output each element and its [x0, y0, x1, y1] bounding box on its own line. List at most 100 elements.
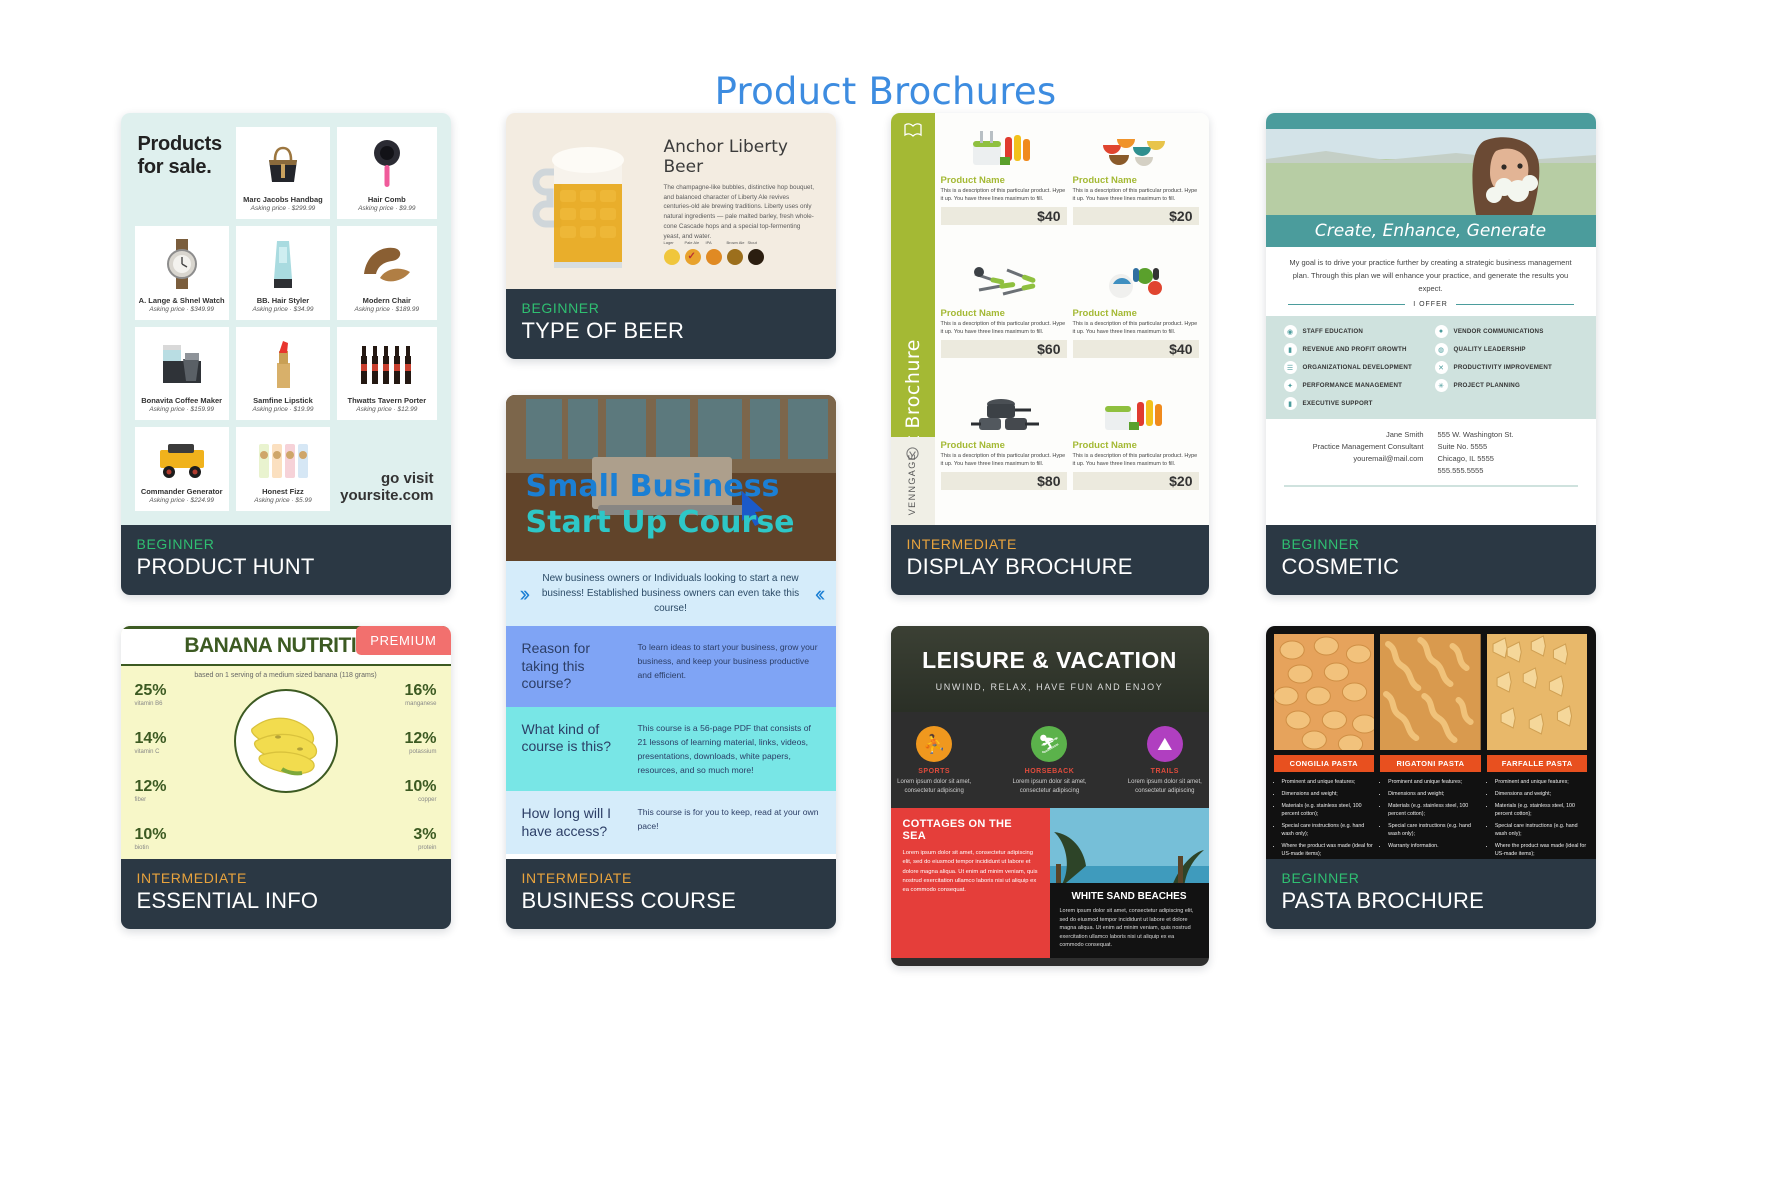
card-type-of-beer[interactable]: Anchor Liberty Beer The champagne-like b…	[505, 113, 836, 359]
card-display-brochure[interactable]: Product Brochure VENNGAGE Product Name T…	[890, 113, 1209, 595]
kitchen-tools-icon	[1073, 256, 1199, 308]
offer-item: ◍ QUALITY LEADERSHIP	[1434, 343, 1578, 357]
banana-stats-right: 16% manganese 12% potassium 10% copper 3% pr…	[347, 683, 437, 859]
page-title: Product Brochures	[714, 70, 1057, 113]
offer-item: ● VENDOR COMMUNICATIONS	[1434, 325, 1578, 339]
hero-line-2: Start Up Course	[525, 505, 795, 540]
swatch-ipa[interactable]: IPA	[705, 240, 722, 266]
offer-item: ☰ ORGANIZATIONAL DEVELOPMENT	[1283, 361, 1427, 375]
level-badge: BEGINNER	[521, 300, 600, 316]
beer-bottles-icon	[340, 333, 433, 397]
chat-bubble-icon: ●	[1434, 325, 1448, 339]
popsicle-maker-icon	[941, 123, 1067, 175]
card-footer: BEGINNER PRODUCT HUNT	[120, 525, 451, 595]
thumb-cosmetic: Create, Enhance, Generate My goal is to …	[1265, 113, 1596, 525]
cosmetic-headline: Create, Enhance, Generate	[1265, 215, 1596, 247]
coffee-maker-icon	[138, 333, 226, 397]
modern-chair-icon	[340, 232, 433, 296]
banana-subtitle: based on 1 serving of a medium sized ban…	[194, 672, 377, 679]
education-icon: ◉	[1283, 325, 1297, 339]
card-essential-info[interactable]: PREMIUM BANANA NUTRITION based on 1 serv…	[120, 626, 451, 929]
card-product-hunt[interactable]: Products for sale. Marc Jacobs Handbag As…	[120, 113, 451, 595]
stat: 12% potassium	[404, 730, 437, 756]
stat: 10% copper	[404, 778, 437, 804]
binoculars-icon: ◍	[1434, 343, 1448, 357]
premium-badge: PREMIUM	[356, 626, 451, 655]
brochure-item: Product Name This is a description of th…	[1072, 388, 1199, 515]
card-business-course[interactable]: Small Business Start Up Course ›› New bu…	[505, 395, 836, 929]
utensils-icon	[941, 256, 1067, 308]
swatch-stout[interactable]: Stout	[747, 240, 764, 266]
swatch-lager[interactable]: Lager	[663, 240, 680, 266]
card-title: TYPE OF BEER	[521, 318, 685, 344]
cosmetic-contact: Jane Smith Practice Management Consultan…	[1312, 430, 1514, 476]
network-icon: ✳	[1434, 379, 1448, 393]
cosmetic-top-band	[1265, 113, 1596, 129]
pasta-column-name: RIGATONI PASTA	[1380, 755, 1481, 772]
offer-item: ◉ STAFF EDUCATION	[1283, 325, 1427, 339]
offer-item: ▮ EXECUTIVE SUPPORT	[1283, 397, 1427, 411]
tools-icon: ✕	[1434, 361, 1448, 375]
product-cell: BB. Hair Styler Asking price · $34.99	[235, 225, 331, 320]
horseback-icon: ⛷	[1031, 726, 1068, 762]
laptop-photo: Small Business Start Up Course	[505, 395, 836, 561]
target-icon: ✦	[1283, 379, 1297, 393]
farfalle-photo	[1486, 634, 1588, 750]
list-icon: ☰	[1283, 361, 1297, 375]
stat: 3% protein	[413, 826, 437, 852]
stat: 14% vitamin C	[134, 730, 167, 756]
swatch-pale-ale[interactable]: Pale Ale ✓	[684, 240, 701, 266]
thumb-business-course: Small Business Start Up Course ›› New bu…	[505, 395, 836, 859]
card-footer: BEGINNER TYPE OF BEER	[505, 289, 836, 359]
card-cosmetic[interactable]: Create, Enhance, Generate My goal is to …	[1265, 113, 1596, 595]
stat: 12% fiber	[134, 778, 167, 804]
offer-item: ▮ REVENUE AND PROFIT GROWTH	[1283, 343, 1427, 357]
card-pasta-brochure[interactable]: CONGILIA PASTA RIGATONI PASTA FARFALLE P…	[1265, 626, 1596, 929]
brochure-item: Product Name This is a description of th…	[1072, 256, 1199, 383]
cosmetic-paragraph: My goal is to drive your practice furthe…	[1289, 258, 1572, 293]
offer-item: ✳ PROJECT PLANNING	[1434, 379, 1578, 393]
leisure-hero: LEISURE & VACATION UNWIND, RELAX, HAVE F…	[890, 626, 1209, 712]
leisure-subtitle: UNWIND, RELAX, HAVE FUN AND ENJOY	[935, 681, 1164, 692]
product-cell: Thwatts Tavern Porter Asking price · $12…	[337, 326, 437, 421]
level-badge: INTERMEDIATE	[136, 870, 247, 886]
beer-mug-icon	[524, 124, 656, 279]
congilia-photo	[1273, 634, 1375, 750]
pasta-column-name: FARFALLE PASTA	[1486, 755, 1588, 772]
activity-sports: ⛹ SPORTS Lorem ipsum dolor sit amet, con…	[891, 726, 978, 796]
faq-row: Reason for taking this course? To learn …	[505, 626, 836, 707]
sidebar-brand: VENNGAGE	[906, 452, 917, 515]
brochure-item: Product Name This is a description of th…	[940, 256, 1067, 383]
activity-icons: ⛹ SPORTS Lorem ipsum dolor sit amet, con…	[891, 712, 1209, 808]
generator-icon	[138, 433, 226, 487]
product-cell: Bonavita Coffee Maker Asking price · $15…	[134, 326, 229, 421]
ph-heading: Products for sale.	[137, 133, 223, 178]
brochure-grid: Products for sale. Marc Jacobs Handbag As…	[120, 113, 1651, 966]
beach-photo: WHITE SAND BEACHES Lorem ipsum dolor sit…	[1049, 808, 1209, 958]
product-cell: Modern Chair Asking price · $189.99	[337, 225, 437, 320]
cookware-set-icon	[941, 388, 1067, 440]
stat: 10% biotin	[134, 826, 167, 852]
product-cell: Hair Comb Asking price · $9.99	[337, 127, 437, 219]
card-title: ESSENTIAL INFO	[136, 888, 319, 914]
card-footer: BEGINNER PASTA BROCHURE	[1265, 859, 1596, 929]
display-brochure-sidebar: Product Brochure VENNGAGE	[890, 113, 935, 525]
card-footer: INTERMEDIATE ESSENTIAL INFO	[120, 859, 451, 929]
i-offer-divider: I OFFER	[1266, 301, 1596, 316]
leisure-title: LEISURE & VACATION	[922, 646, 1177, 673]
rigatoni-photo	[1380, 634, 1481, 750]
course-intro: ›› New business owners or Individuals lo…	[505, 561, 836, 626]
brochure-item: Product Name This is a description of th…	[1072, 123, 1199, 250]
card-travel-brochure[interactable]: LEISURE & VACATION UNWIND, RELAX, HAVE F…	[890, 626, 1209, 966]
lipstick-icon	[239, 333, 327, 397]
brochure-item: Product Name This is a description of th…	[940, 123, 1067, 250]
offer-item: ✦ PERFORMANCE MANAGEMENT	[1283, 379, 1427, 393]
watch-icon	[138, 232, 226, 296]
thumb-pasta-brochure: CONGILIA PASTA RIGATONI PASTA FARFALLE P…	[1265, 626, 1596, 859]
beach-caption: WHITE SAND BEACHES Lorem ipsum dolor sit…	[1049, 883, 1209, 958]
beer-description: The champagne-like bubbles, distinctive …	[663, 183, 815, 240]
pasta-bullets: Prominent and unique features; Dimension…	[1380, 779, 1481, 859]
honest-fizz-icon	[239, 433, 327, 487]
swatch-brown-ale[interactable]: Brown Ale	[726, 240, 745, 266]
growth-chart-icon: ▮	[1283, 343, 1297, 357]
